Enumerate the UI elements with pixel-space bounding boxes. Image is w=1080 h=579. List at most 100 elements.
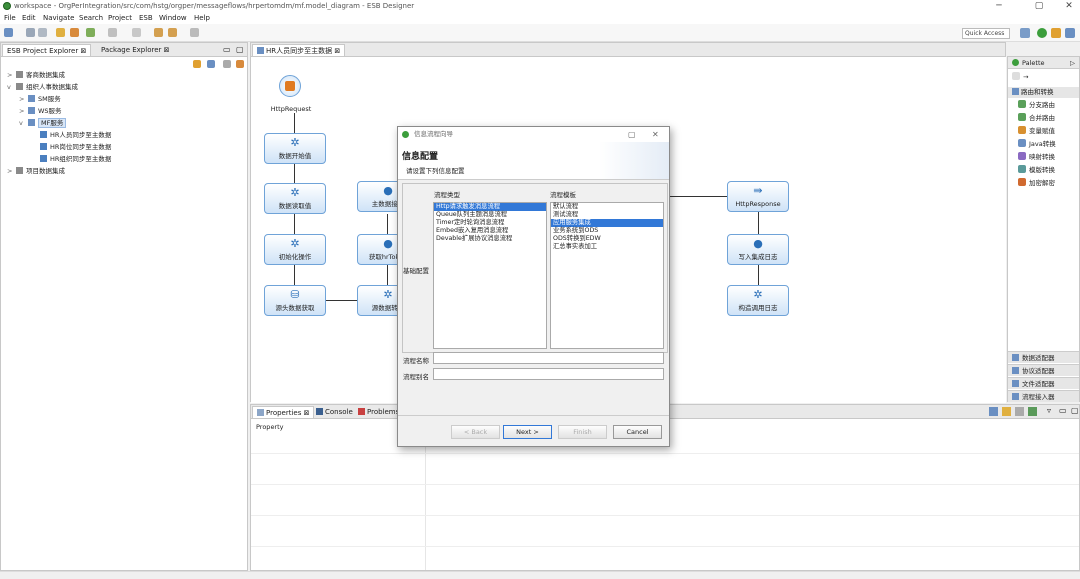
run-icon[interactable] — [86, 28, 95, 37]
flow-template-option[interactable]: 汇总事实表加工 — [551, 243, 663, 251]
node-init[interactable]: ✲ 初始化操作 — [264, 234, 326, 265]
new-icon[interactable] — [4, 28, 13, 37]
java-perspective-icon[interactable] — [1051, 28, 1061, 38]
tree-item[interactable]: > SM服务 — [19, 94, 61, 104]
dialog-maximize-button[interactable]: ▢ — [628, 127, 636, 142]
palette-section-routing[interactable]: 路由和转换 — [1008, 87, 1079, 98]
back-icon[interactable] — [154, 28, 163, 37]
tab-console[interactable]: Console — [312, 406, 357, 418]
forward-icon[interactable] — [168, 28, 177, 37]
minimize-button[interactable]: ─ — [985, 0, 1013, 13]
node-data-read[interactable]: ✲ 数据读取值 — [264, 183, 326, 214]
menu-project[interactable]: Project — [108, 14, 132, 22]
flow-type-option[interactable]: Embed嵌入复用消息流程 — [434, 227, 546, 235]
flow-type-option[interactable]: Queue队列主题消息流程 — [434, 211, 546, 219]
quick-access-input[interactable]: Quick Access — [962, 28, 1010, 39]
palette-drawer[interactable]: 流程接入器 — [1008, 390, 1079, 402]
menu-window[interactable]: Window — [159, 14, 187, 22]
pin-icon[interactable] — [108, 28, 117, 37]
tree-item[interactable]: HR组织同步至主数据 — [31, 154, 111, 164]
flow-type-option[interactable]: Devable扩展协议消息流程 — [434, 235, 546, 243]
tab-properties[interactable]: Properties ⊠ — [252, 406, 315, 418]
categories-icon[interactable] — [989, 407, 998, 416]
tree-item[interactable]: v MF服务 — [19, 118, 67, 128]
collapse-all-icon[interactable] — [207, 60, 215, 68]
menu-edit[interactable]: Edit — [22, 14, 36, 22]
advanced-icon[interactable] — [1002, 407, 1011, 416]
view-menu-icon[interactable]: ▿ — [1047, 406, 1051, 415]
expand-toggle-icon[interactable]: > — [19, 94, 28, 104]
flow-template-option[interactable]: 测试流程 — [551, 211, 663, 219]
debug-perspective-icon[interactable] — [1065, 28, 1075, 38]
expand-toggle-icon[interactable]: v — [19, 118, 28, 128]
esb-perspective-icon[interactable] — [1037, 28, 1047, 38]
minimize-view-icon[interactable]: ▭ — [1059, 406, 1067, 415]
palette-item[interactable]: 加密解密 — [1018, 178, 1055, 189]
flow-template-option[interactable]: 默认流程 — [551, 203, 663, 211]
flow-type-option[interactable]: Timer定时轮询消息流程 — [434, 219, 546, 227]
maximize-view-icon[interactable]: ▢ — [236, 45, 244, 54]
maximize-view-icon[interactable]: ▢ — [1071, 406, 1079, 415]
palette-item[interactable]: Java转换 — [1018, 139, 1056, 150]
expand-toggle-icon[interactable]: > — [19, 106, 28, 116]
menu-esb[interactable]: ESB — [139, 14, 153, 22]
menu-search[interactable]: Search — [79, 14, 103, 22]
dialog-close-button[interactable]: ✕ — [652, 127, 659, 142]
tab-esb-project-explorer[interactable]: ESB Project Explorer ⊠ — [2, 44, 92, 56]
flow-type-list[interactable]: Http请求触发消息流程 Queue队列主题消息流程 Timer定时轮询消息流程 Em… — [433, 202, 547, 349]
node-data-start[interactable]: ✲ 数据开始值 — [264, 133, 326, 164]
build-icon[interactable] — [56, 28, 65, 37]
open-perspective-icon[interactable] — [1020, 28, 1030, 38]
menu-file[interactable]: File — [4, 14, 16, 22]
view-menu-icon[interactable] — [223, 60, 231, 68]
palette-item[interactable]: 映射转换 — [1018, 152, 1055, 163]
tree-item[interactable]: HR岗位同步至主数据 — [31, 142, 111, 152]
restore-default-icon[interactable] — [1028, 407, 1037, 416]
dropdown-icon[interactable] — [190, 28, 199, 37]
link-editor-icon[interactable] — [193, 60, 201, 68]
maximize-button[interactable]: ▢ — [1025, 0, 1053, 13]
expand-toggle-icon[interactable]: > — [7, 166, 16, 176]
node-http-response[interactable]: ⇛ HttpResponse — [727, 181, 789, 212]
next-button[interactable]: Next > — [503, 425, 552, 439]
menu-navigate[interactable]: Navigate — [43, 14, 74, 22]
flow-template-option[interactable]: ODS转换到EDW — [551, 235, 663, 243]
node-source-fetch[interactable]: ⛁ 源头数据获取 — [264, 285, 326, 316]
flow-name-input[interactable] — [433, 352, 664, 364]
filter-icon[interactable] — [236, 60, 244, 68]
tree-item[interactable]: v 组织人事数据集成 — [7, 82, 78, 92]
tree-item[interactable]: HR人员同步至主数据 — [31, 130, 111, 140]
minimize-view-icon[interactable]: ▭ — [223, 45, 231, 54]
save-icon[interactable] — [26, 28, 35, 37]
tab-package-explorer[interactable]: Package Explorer ⊠ — [97, 44, 173, 56]
finish-button[interactable]: Finish — [558, 425, 607, 439]
palette-item[interactable]: 变量赋值 — [1018, 126, 1055, 137]
palette-collapse-icon[interactable]: ▷ — [1070, 57, 1075, 69]
palette-drawer[interactable]: 数据适配器 — [1008, 351, 1079, 363]
flow-template-list[interactable]: 默认流程 测试流程 应用服务集成 业务系统到ODS ODS转换到EDW 汇总事实表加工 — [550, 202, 664, 349]
expand-toggle-icon[interactable]: v — [7, 82, 16, 92]
save-all-icon[interactable] — [38, 28, 47, 37]
node-write-log[interactable]: ● 写入集成日志 — [727, 234, 789, 265]
palette-drawer[interactable]: 协议适配器 — [1008, 364, 1079, 376]
tree-item[interactable]: > 项目数据集成 — [7, 166, 65, 176]
tree-item[interactable]: > 客商数据集成 — [7, 70, 65, 80]
select-tool[interactable]: → — [1012, 72, 1028, 83]
back-button[interactable]: < Back — [451, 425, 500, 439]
flow-template-option[interactable]: 应用服务集成 — [551, 219, 663, 227]
deploy-icon[interactable] — [70, 28, 79, 37]
tree-item[interactable]: > WS服务 — [19, 106, 62, 116]
filter-properties-icon[interactable] — [1015, 407, 1024, 416]
flow-alias-input[interactable] — [433, 368, 664, 380]
tab-diagram[interactable]: HR人员同步至主数据 ⊠ — [252, 44, 346, 56]
expand-toggle-icon[interactable]: > — [7, 70, 16, 80]
tab-problems[interactable]: Problems — [354, 406, 403, 418]
palette-item[interactable]: 合并路由 — [1018, 113, 1055, 124]
node-build-call-log[interactable]: ✲ 构造调用日志 — [727, 285, 789, 316]
close-button[interactable]: ✕ — [1055, 0, 1080, 13]
http-request-node[interactable] — [279, 75, 301, 97]
cancel-button[interactable]: Cancel — [613, 425, 662, 439]
menu-help[interactable]: Help — [194, 14, 210, 22]
flow-type-option[interactable]: Http请求触发消息流程 — [434, 203, 546, 211]
palette-item[interactable]: 模版转换 — [1018, 165, 1055, 176]
